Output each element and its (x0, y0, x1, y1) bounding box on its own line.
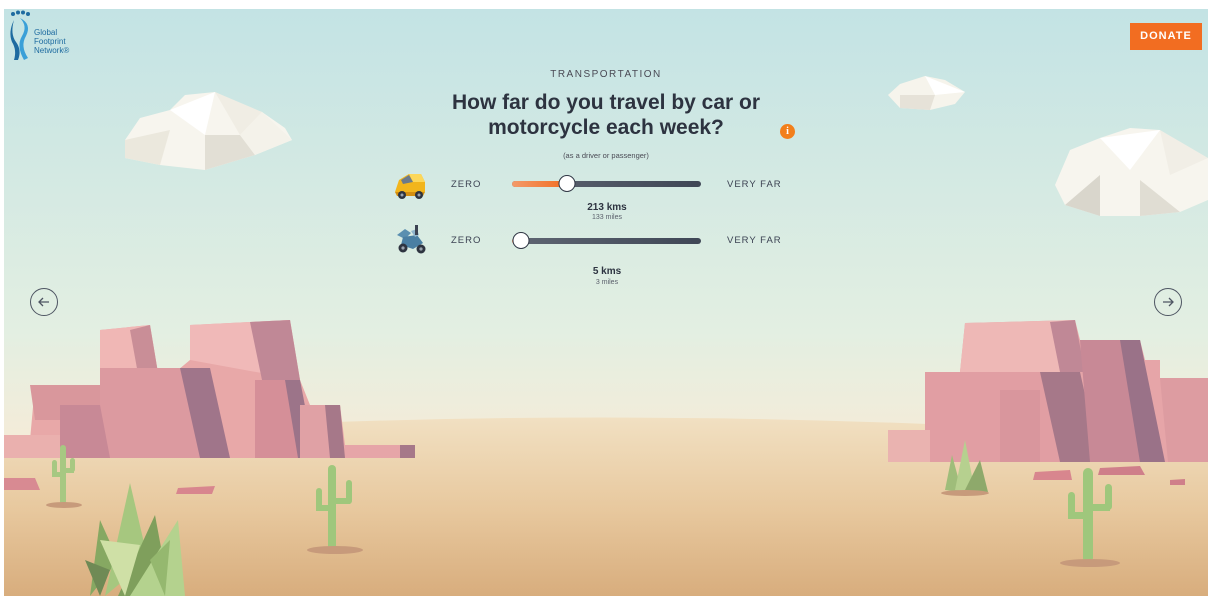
logo-wordmark: Global Footprint Network® (34, 28, 69, 55)
donate-button[interactable]: DONATE (1130, 23, 1202, 50)
car-distance-miles: 133 miles (592, 214, 622, 221)
slider-2-min-label: ZERO (451, 235, 482, 246)
footprint-icon (10, 10, 30, 60)
motorcycle-distance-slider[interactable] (512, 232, 701, 249)
car-distance-handle[interactable] (558, 175, 576, 192)
logo-line-2: Footprint (34, 37, 66, 46)
question-title: How far do you travel by car or motorcyc… (451, 91, 761, 139)
arrow-right-icon (1163, 297, 1174, 307)
scooter-icon (391, 221, 429, 259)
slider-1-min-label: ZERO (451, 179, 482, 190)
car-distance-slider[interactable] (512, 175, 701, 192)
motorcycle-distance-miles: 3 miles (595, 279, 619, 286)
previous-question-button[interactable] (30, 288, 58, 316)
global-footprint-network-logo[interactable]: Global Footprint Network® (8, 10, 88, 64)
question-category: TRANSPORTATION (550, 69, 662, 80)
motorcycle-distance-km: 5 kms (592, 266, 622, 277)
question-note: (as a driver or passenger) (563, 151, 649, 160)
slider-2-max-label: VERY FAR (727, 235, 782, 246)
arrow-left-icon (38, 297, 49, 307)
motorcycle-distance-handle[interactable] (512, 232, 530, 249)
info-icon[interactable]: i (780, 124, 795, 139)
car-distance-km: 213 kms (587, 202, 627, 213)
car-icon (391, 166, 429, 204)
quiz-screen: Global Footprint Network® DONATE TRANSPO… (0, 0, 1208, 596)
next-question-button[interactable] (1154, 288, 1182, 316)
logo-line-3: Network® (34, 46, 70, 55)
slider-1-max-label: VERY FAR (727, 179, 782, 190)
logo-line-1: Global (34, 28, 58, 37)
